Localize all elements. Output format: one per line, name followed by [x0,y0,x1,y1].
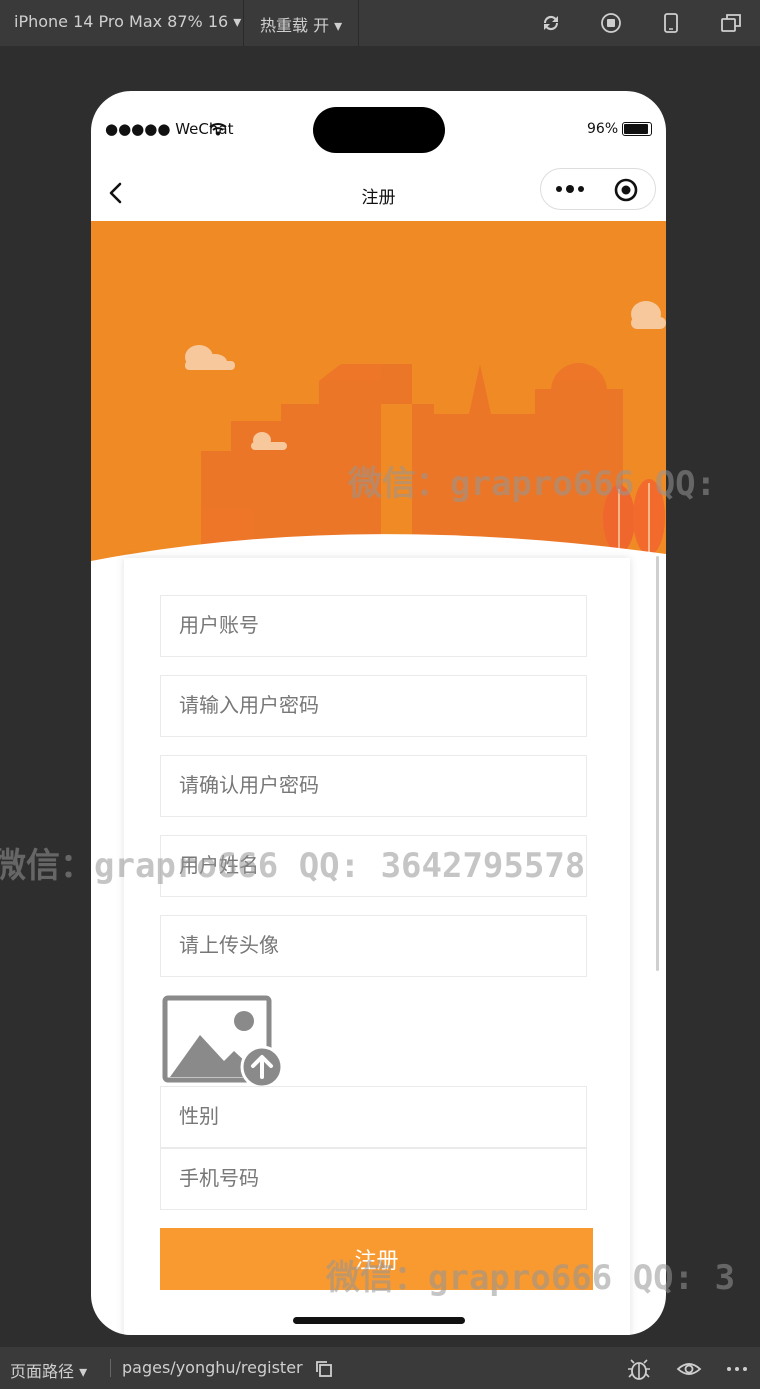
password-field [160,675,587,737]
toolbar-divider [243,0,244,46]
avatar-input[interactable] [161,916,559,974]
devtools-statusbar: 页面路径 ▾ pages/yonghu/register [0,1347,760,1389]
confirm-password-field [160,755,587,817]
page-path-label[interactable]: 页面路径 ▾ [10,1358,87,1382]
battery-icon [622,122,652,136]
wifi-icon [209,123,227,136]
page-path: pages/yonghu/register [122,1358,303,1377]
dynamic-island [313,107,445,153]
devtools-toolbar: iPhone 14 Pro Max 87% 16 ▾ 热重载 开 ▾ [0,0,760,46]
confirm-password-input[interactable] [161,756,559,814]
watermark: 微信：grapro666 QQ: [348,464,717,504]
gender-select[interactable] [161,1087,559,1145]
device-selector[interactable]: iPhone 14 Pro Max 87% 16 ▾ [14,12,241,31]
header-banner [91,221,666,581]
nav-bar: 注册 [91,161,666,221]
copy-icon[interactable] [314,1359,334,1379]
gender-field [160,1086,587,1148]
battery-percent: 96% [587,121,619,137]
account-field [160,595,587,657]
close-miniprogram-icon[interactable] [614,178,638,202]
register-form-card: 注册 [124,558,630,1335]
phone-preview-icon[interactable] [660,12,682,34]
menu-capsule [540,168,656,210]
record-stop-icon[interactable] [600,12,622,34]
password-input[interactable] [161,676,559,734]
hot-reload-toggle[interactable]: 热重载 开 ▾ [260,12,342,36]
debug-bug-icon[interactable] [626,1357,652,1381]
scrollbar[interactable] [656,556,659,971]
more-icon[interactable] [726,1365,748,1373]
phone-frame: ●●●●● WeChat 96% 注册 用户账号 用户姓名 请上传头像 性别 手… [91,91,666,1335]
account-input[interactable] [161,596,559,654]
phone-input[interactable] [161,1149,559,1207]
more-dots-icon[interactable] [555,181,587,197]
eye-icon[interactable] [676,1359,702,1379]
watermark: 微信：grapro666 QQ: 3 [326,1258,736,1298]
rotate-icon[interactable] [540,12,562,34]
watermark: 微信：grapro666 QQ: 3642795578 [0,846,586,886]
toolbar-divider [358,0,359,46]
home-indicator [293,1317,465,1324]
statusbar-divider [110,1359,111,1377]
phone-field [160,1148,587,1210]
detach-window-icon[interactable] [720,12,742,34]
image-upload-icon[interactable] [162,995,284,1087]
status-bar: ●●●●● WeChat 96% [91,91,666,161]
avatar-field [160,915,587,977]
